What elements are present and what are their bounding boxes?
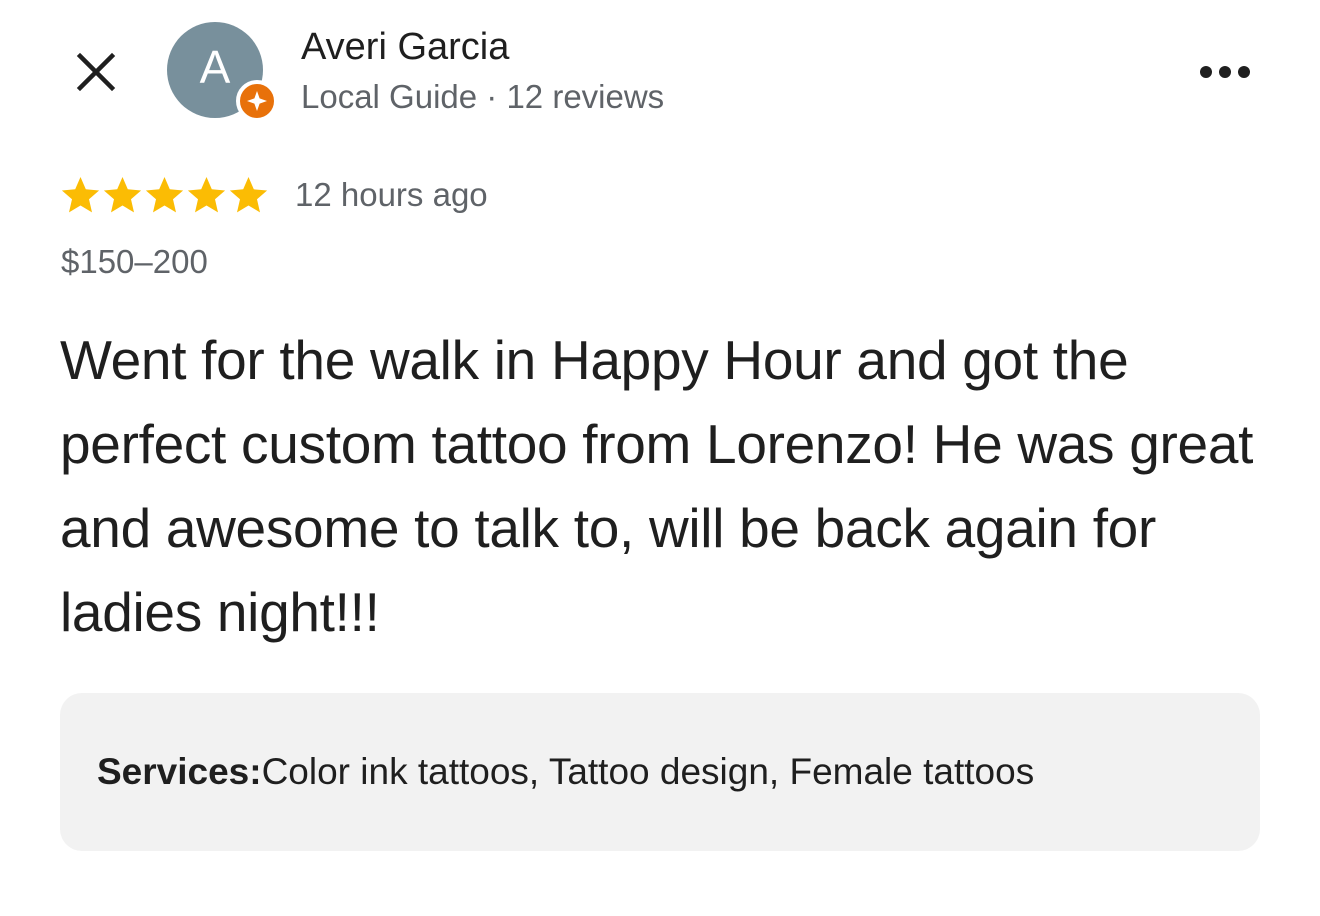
close-button[interactable] [60, 40, 132, 104]
review-time: 12 hours ago [295, 176, 488, 213]
star-rating [60, 175, 269, 215]
reviewer-name[interactable]: Averi Garcia [301, 26, 509, 69]
more-options-icon [1200, 66, 1250, 78]
review-count: 12 reviews [506, 78, 665, 115]
close-icon [76, 52, 116, 92]
local-guide-star-icon [247, 91, 267, 111]
star-icon [187, 177, 226, 213]
reviewer-meta: Local Guide · 12 reviews [301, 78, 664, 116]
star-icon [61, 177, 100, 213]
star-icon [103, 177, 142, 213]
star-icon [229, 177, 268, 213]
rating-row: 12 hours ago [60, 170, 488, 220]
price-range: $150–200 [61, 243, 208, 280]
avatar-letter: A [199, 41, 231, 93]
star-icon [145, 177, 184, 213]
local-guide-badge [236, 80, 278, 122]
reviewer-role: Local Guide [301, 78, 478, 115]
meta-separator: · [477, 78, 507, 115]
services-label: Services: [97, 751, 262, 792]
services-value: Color ink tattoos, Tattoo design, Female… [261, 751, 1035, 792]
services-box: Services: Color ink tattoos, Tattoo desi… [60, 693, 1260, 851]
review-header: A Averi Garcia Local Guide · 12 reviews [0, 0, 1320, 140]
review-text: Went for the walk in Happy Hour and got … [60, 329, 1254, 643]
more-options-button[interactable] [1190, 50, 1260, 94]
